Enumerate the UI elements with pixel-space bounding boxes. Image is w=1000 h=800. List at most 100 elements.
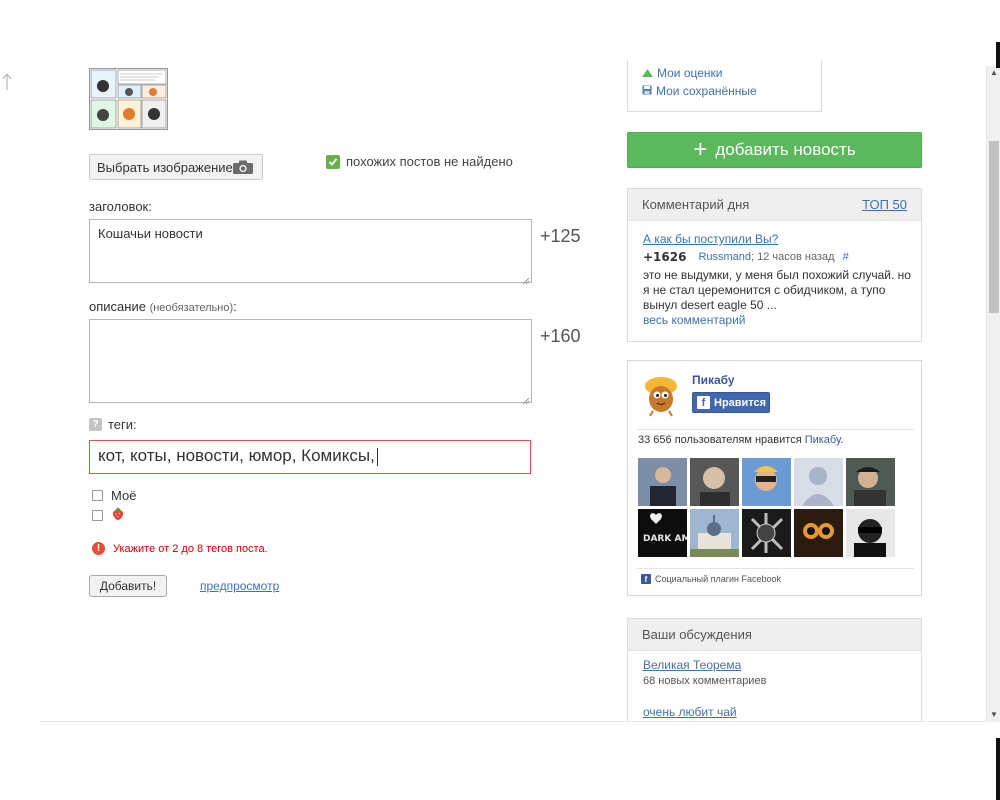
comment-of-day-panel: Комментарий дня ТОП 50 А как бы поступил… xyxy=(627,188,922,342)
tags-input[interactable]: кот, коты, новости, юмор, Комиксы, xyxy=(89,440,531,474)
strawberry-checkbox[interactable] xyxy=(92,509,103,521)
facebook-page-name[interactable]: Пикабу xyxy=(692,373,735,387)
fan-avatar[interactable] xyxy=(690,458,739,506)
window-edge-mark xyxy=(996,738,1000,800)
discussions-header: Ваши обсуждения xyxy=(628,619,921,651)
description-label-colon: : xyxy=(233,299,237,314)
page: Выбрать изображение похожих постов не на… xyxy=(0,0,1000,800)
window-edge-mark xyxy=(996,42,1000,68)
error-exclamation-icon: ! xyxy=(92,542,105,555)
fan-avatar[interactable] xyxy=(638,458,687,506)
fan-avatar[interactable] xyxy=(846,458,895,506)
facebook-like-button[interactable]: f Нравится xyxy=(692,392,770,413)
fan-avatar[interactable] xyxy=(690,509,739,557)
scroll-down-arrow-icon[interactable]: ▼ xyxy=(987,708,1000,722)
comment-post-title-link[interactable]: А как бы поступили Вы? xyxy=(643,232,778,246)
scrollbar-thumb[interactable] xyxy=(989,141,999,313)
fan-avatar[interactable] xyxy=(846,509,895,557)
description-label-text: описание xyxy=(89,299,146,314)
facebook-count-page-link[interactable]: Пикабу xyxy=(805,434,841,446)
facebook-logo-icon: f xyxy=(641,574,651,584)
strawberry-icon xyxy=(111,506,125,524)
facebook-like-box: Пикабу f Нравится 33 656 пользователям н… xyxy=(627,360,922,596)
save-disk-icon xyxy=(642,84,652,98)
discussion-new-comments: 68 новых комментариев xyxy=(643,675,767,687)
mine-checkbox[interactable] xyxy=(92,490,103,501)
ratings-icon xyxy=(642,66,653,80)
description-label: описание (необязательно): xyxy=(89,299,237,314)
choose-image-button[interactable]: Выбрать изображение xyxy=(89,154,263,180)
discussion-link[interactable]: Великая Теорема xyxy=(643,658,741,672)
comment-score: +1626 xyxy=(643,250,687,264)
tags-help-icon[interactable]: ? xyxy=(89,418,102,431)
comment-of-day-heading: Комментарий дня xyxy=(642,197,750,212)
description-textarea[interactable] xyxy=(89,319,532,405)
resize-grip-icon[interactable] xyxy=(522,393,530,405)
my-saved-link[interactable]: Мои сохранённые xyxy=(642,84,757,98)
divider xyxy=(636,568,914,569)
scroll-up-arrow-icon[interactable]: ▲ xyxy=(987,66,1000,80)
facebook-like-label: Нравится xyxy=(714,396,767,409)
description-counter: +160 xyxy=(540,326,581,346)
comment-text: это не выдумки, у меня был похожий случа… xyxy=(643,268,911,312)
fan-avatar[interactable] xyxy=(742,458,791,506)
facebook-fans-grid: DARK AMBIENT xyxy=(638,458,898,557)
plus-icon: + xyxy=(693,136,708,163)
similar-posts-status: похожих постов не найдено xyxy=(326,154,513,169)
option-mine-label: Моё xyxy=(111,488,137,503)
uploaded-image-thumbnail[interactable] xyxy=(89,68,168,130)
similar-posts-text: похожих постов не найдено xyxy=(346,154,513,169)
facebook-count-dot: . xyxy=(840,434,844,446)
pikabu-avatar[interactable] xyxy=(638,369,684,417)
text-caret xyxy=(376,447,378,466)
my-ratings-link[interactable]: Мои оценки xyxy=(642,66,723,80)
title-textarea[interactable]: Кошачьи новости xyxy=(89,219,532,285)
comment-permalink[interactable]: # xyxy=(843,251,849,263)
camera-icon xyxy=(232,159,254,175)
preview-link[interactable]: предпросмотр xyxy=(200,579,279,593)
discussion-link[interactable]: очень любит чай xyxy=(643,705,737,719)
divider xyxy=(636,429,914,430)
page-bottom-area xyxy=(0,722,986,800)
add-news-label: добавить новость xyxy=(715,140,856,159)
comment-author-link[interactable]: Russmand xyxy=(698,251,751,263)
description-optional-hint: (необязательно) xyxy=(149,302,234,314)
my-saved-label: Мои сохранённые xyxy=(656,84,757,98)
fan-avatar-caption: DARK AMBIENT xyxy=(643,534,687,544)
tags-value: кот, коты, новости, юмор, Комиксы, xyxy=(98,446,375,465)
fan-avatar[interactable]: DARK AMBIENT xyxy=(638,509,721,557)
title-value: Кошачьи новости xyxy=(98,226,203,241)
submit-post-button[interactable]: Добавить! xyxy=(89,575,167,597)
tags-error-message: ! Укажите от 2 до 8 тегов поста. xyxy=(92,542,268,555)
discussions-heading: Ваши обсуждения xyxy=(642,627,752,642)
option-mine-row[interactable]: Моё xyxy=(92,488,136,503)
resize-grip-icon[interactable] xyxy=(522,273,530,285)
user-menu-box: Мои оценки Мои сохранённые xyxy=(627,60,822,112)
fan-avatar[interactable] xyxy=(794,458,843,506)
facebook-footer-text: Социальный плагин Facebook xyxy=(655,574,782,584)
comment-meta: +1626 Russmand ; 12 часов назад # xyxy=(643,250,849,264)
fan-avatar[interactable] xyxy=(794,509,843,557)
top50-link[interactable]: ТОП 50 xyxy=(862,197,907,212)
add-news-button[interactable]: + добавить новость xyxy=(627,132,922,168)
choose-image-label: Выбрать изображение xyxy=(97,159,233,175)
checkmark-icon xyxy=(326,154,340,169)
facebook-count-text: 33 656 пользователям нравится xyxy=(638,434,805,446)
vertical-scrollbar[interactable]: ▲ ▼ xyxy=(986,66,1000,722)
scroll-top-arrow-icon[interactable] xyxy=(1,73,13,93)
your-discussions-panel: Ваши обсуждения Великая Теорема 68 новых… xyxy=(627,618,922,728)
full-comment-link[interactable]: весь комментарий xyxy=(643,313,745,327)
title-counter: +125 xyxy=(540,226,581,246)
viewport-bottom-edge xyxy=(40,721,986,722)
comment-time: ; 12 часов назад xyxy=(751,251,835,263)
error-text: Укажите от 2 до 8 тегов поста. xyxy=(113,542,268,555)
fan-avatar[interactable] xyxy=(742,509,791,557)
facebook-plugin-footer: f Социальный плагин Facebook xyxy=(641,574,781,584)
option-strawberry-row[interactable] xyxy=(92,506,125,524)
facebook-likes-count: 33 656 пользователям нравится Пикабу. xyxy=(638,434,843,446)
my-ratings-label: Мои оценки xyxy=(657,66,723,80)
facebook-logo-icon: f xyxy=(697,396,710,409)
tags-label: теги: xyxy=(108,417,137,432)
title-label: заголовок: xyxy=(89,199,152,214)
comment-of-day-header: Комментарий дня ТОП 50 xyxy=(628,189,921,221)
